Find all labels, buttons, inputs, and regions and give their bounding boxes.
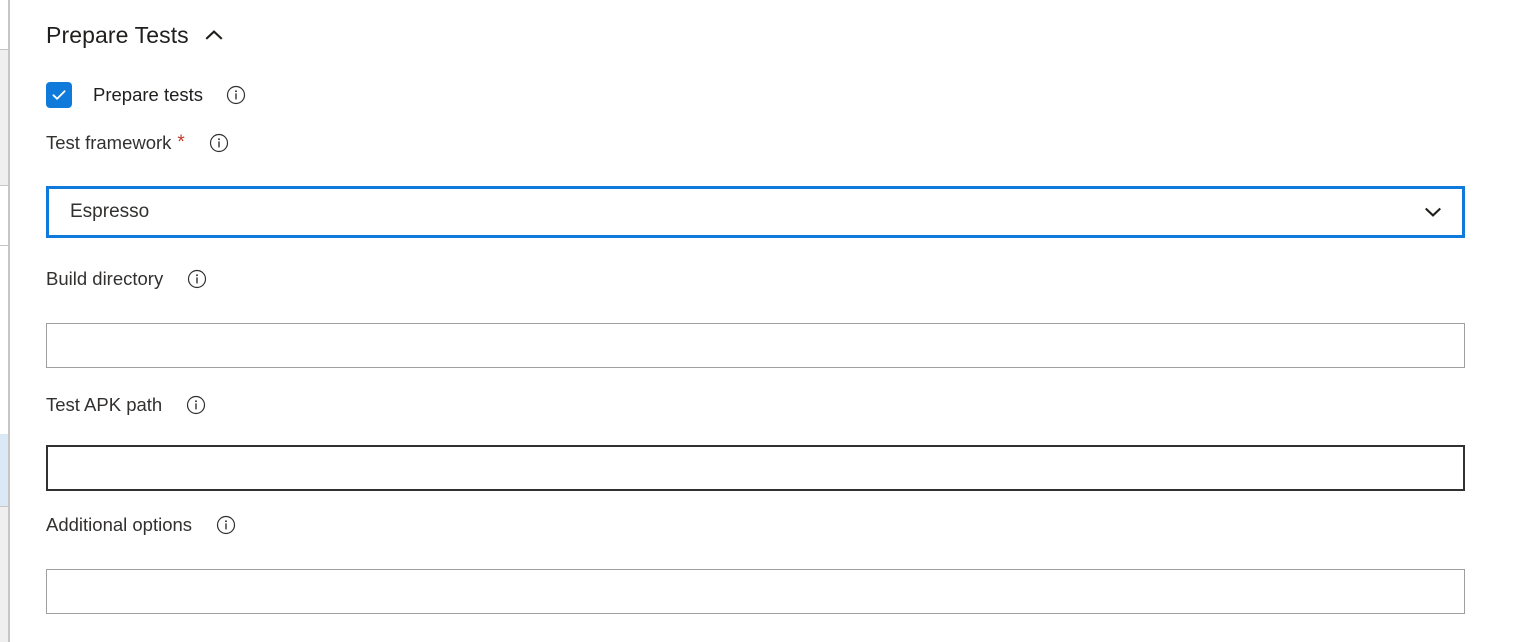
label-additional-options-text: Additional options <box>46 514 193 535</box>
info-icon[interactable] <box>226 85 246 105</box>
left-gutter-rail <box>0 0 10 642</box>
prepare-tests-checkbox-label: Prepare tests <box>93 84 204 105</box>
page-title: Prepare Tests <box>46 22 189 48</box>
additional-options-input[interactable] <box>46 569 1465 614</box>
info-icon[interactable] <box>187 269 207 289</box>
build-directory-input[interactable] <box>46 323 1465 368</box>
info-icon[interactable] <box>209 133 229 153</box>
label-test-framework: Test framework * <box>46 131 229 155</box>
test-framework-selected-value: Espresso <box>70 201 150 222</box>
label-test-apk-path-text: Test APK path <box>46 394 163 415</box>
prepare-tests-checkbox[interactable] <box>46 82 72 108</box>
label-build-directory: Build directory <box>46 267 207 291</box>
section-header-prepare-tests[interactable]: Prepare Tests <box>46 20 225 50</box>
chevron-down-icon[interactable] <box>1420 199 1446 225</box>
prepare-tests-panel: Prepare Tests Prepare tests Test framewo… <box>10 0 1534 642</box>
test-framework-dropdown[interactable]: Espresso <box>46 186 1465 238</box>
info-icon[interactable] <box>186 395 206 415</box>
info-icon[interactable] <box>216 515 236 535</box>
label-additional-options: Additional options <box>46 513 236 537</box>
test-apk-path-input[interactable] <box>46 445 1465 491</box>
label-build-directory-text: Build directory <box>46 268 164 289</box>
required-asterisk: * <box>177 132 185 153</box>
chevron-up-icon[interactable] <box>203 24 225 46</box>
prepare-tests-checkbox-row[interactable]: Prepare tests <box>46 82 246 108</box>
label-test-apk-path: Test APK path <box>46 393 206 417</box>
label-test-framework-text: Test framework <box>46 132 172 153</box>
